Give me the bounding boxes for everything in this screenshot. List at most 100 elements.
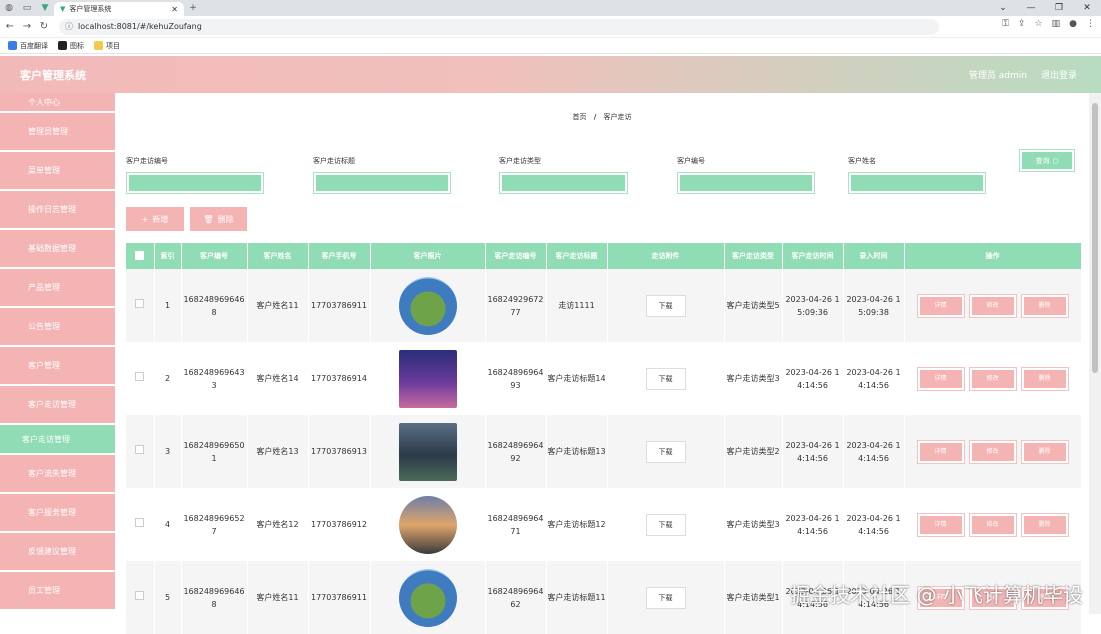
download-button[interactable]: 下载 xyxy=(646,587,686,609)
add-label: 新增 xyxy=(152,214,168,225)
sidebar-item[interactable]: 产品管理 xyxy=(0,269,115,306)
row-checkbox[interactable] xyxy=(126,561,154,634)
share-icon[interactable]: ⇪ xyxy=(1018,19,1026,29)
back-icon[interactable]: ← xyxy=(3,21,17,32)
search-button[interactable]: 查询○ xyxy=(1020,150,1074,171)
cell-photo xyxy=(370,269,485,342)
page-scrollbar[interactable] xyxy=(1089,93,1101,614)
customer-photo[interactable] xyxy=(399,423,457,481)
sidebar-item[interactable]: 基础数据管理 xyxy=(0,230,115,267)
select-all-checkbox[interactable] xyxy=(126,243,154,269)
customer-photo[interactable] xyxy=(399,496,457,554)
star-icon[interactable]: ☆ xyxy=(1035,19,1043,29)
bookmark-item[interactable]: 项目 xyxy=(94,41,120,51)
tab-title: 客户管理系统 xyxy=(69,4,111,14)
minimize-icon[interactable]: — xyxy=(1017,0,1045,16)
maximize-icon[interactable]: ❐ xyxy=(1045,0,1073,16)
sidebar-item[interactable]: 客户走访管理 xyxy=(0,386,115,423)
chevron-down-icon[interactable]: ⌄ xyxy=(989,0,1017,16)
customer-name-input[interactable] xyxy=(849,173,985,193)
cell-customer-no: 1682489696433 xyxy=(181,342,247,415)
cell-attachment: 下载 xyxy=(607,561,724,634)
row-checkbox[interactable] xyxy=(126,269,154,342)
batch-delete-button[interactable]: 🗑删除 xyxy=(190,207,247,231)
cell-index: 2 xyxy=(154,342,181,415)
sidepanel-icon[interactable]: ▥ xyxy=(1052,19,1061,29)
customer-no-input[interactable] xyxy=(678,173,814,193)
close-tab-icon[interactable]: ✕ xyxy=(171,5,178,14)
bookmark-item[interactable]: 百度翻译 xyxy=(8,41,48,51)
sidebar-item[interactable]: 客户流失管理 xyxy=(0,455,115,492)
tab-search-icon[interactable]: ◍ xyxy=(0,0,18,16)
sidebar-item[interactable]: 公告管理 xyxy=(0,308,115,345)
delete-button[interactable]: 删除 xyxy=(1022,441,1068,463)
visit-no-input[interactable] xyxy=(127,173,263,193)
customer-photo[interactable] xyxy=(399,350,457,408)
row-checkbox[interactable] xyxy=(126,342,154,415)
detail-button[interactable]: 详情 xyxy=(918,295,964,317)
cell-photo xyxy=(370,342,485,415)
info-icon: ⓘ xyxy=(65,21,73,32)
reload-icon[interactable]: ↻ xyxy=(37,21,51,32)
detail-button[interactable]: 详情 xyxy=(918,368,964,390)
download-button[interactable]: 下载 xyxy=(646,295,686,317)
watermark: 掘金技术社区 @ 小飞计算机毕设 xyxy=(790,579,1083,608)
cell-visit-title: 客户走访标题13 xyxy=(546,415,607,488)
detail-button[interactable]: 详情 xyxy=(918,514,964,536)
cell-attachment: 下载 xyxy=(607,415,724,488)
cell-index: 4 xyxy=(154,488,181,561)
download-button[interactable]: 下载 xyxy=(646,441,686,463)
breadcrumb-sep: / xyxy=(594,113,597,121)
sidebar-item[interactable]: 员工管理 xyxy=(0,572,115,609)
menu-icon[interactable]: ⋮ xyxy=(1086,19,1095,29)
row-checkbox[interactable] xyxy=(126,415,154,488)
visit-type-select[interactable] xyxy=(500,173,627,193)
scrollbar-thumb[interactable] xyxy=(1092,103,1098,373)
visit-title-input[interactable] xyxy=(314,173,450,193)
cell-visit-no: 1682489696471 xyxy=(485,488,546,561)
cell-visit-no: 1682489696462 xyxy=(485,561,546,634)
close-window-icon[interactable]: ✕ xyxy=(1073,0,1101,16)
edit-button[interactable]: 修改 xyxy=(970,514,1016,536)
column-header: 客户手机号 xyxy=(308,243,370,269)
delete-button[interactable]: 删除 xyxy=(1022,295,1068,317)
sidebar-item-active[interactable]: 客户走访管理 xyxy=(0,425,115,453)
tab-placeholder-icon[interactable]: ▭ xyxy=(18,0,36,16)
sidebar-item[interactable]: 客户服务管理 xyxy=(0,494,115,531)
sidebar-item[interactable]: 管理员管理 xyxy=(0,113,115,150)
bookmark-item[interactable]: 图标 xyxy=(58,41,84,51)
cell-phone: 17703786913 xyxy=(308,415,370,488)
cell-visit-no: 1682489696493 xyxy=(485,342,546,415)
row-checkbox[interactable] xyxy=(126,488,154,561)
breadcrumb-home[interactable]: 首页 xyxy=(572,113,586,121)
sidebar-item[interactable]: 反馈建议管理 xyxy=(0,533,115,570)
forward-icon[interactable]: → xyxy=(20,21,34,32)
delete-button[interactable]: 删除 xyxy=(1022,514,1068,536)
download-button[interactable]: 下载 xyxy=(646,368,686,390)
sidebar-item[interactable]: 操作日志管理 xyxy=(0,191,115,228)
delete-button[interactable]: 删除 xyxy=(1022,368,1068,390)
profile-icon[interactable]: ● xyxy=(1069,19,1077,29)
url-field[interactable]: ⓘ localhost:8081/#/kehuZoufang xyxy=(59,19,939,35)
edit-button[interactable]: 修改 xyxy=(970,295,1016,317)
new-tab-icon[interactable]: + xyxy=(184,0,202,16)
key-icon[interactable]: ⚿ xyxy=(1002,19,1009,29)
vue-tab-icon[interactable]: ▼ xyxy=(36,0,54,16)
filter-label: 客户编号 xyxy=(677,156,705,166)
browser-tab[interactable]: ▼ 客户管理系统 ✕ xyxy=(54,2,184,16)
add-button[interactable]: +新增 xyxy=(126,207,184,231)
logout-link[interactable]: 退出登录 xyxy=(1041,68,1077,81)
sidebar-item[interactable]: 菜单管理 xyxy=(0,152,115,189)
download-button[interactable]: 下载 xyxy=(646,514,686,536)
sidebar-item[interactable]: 个人中心 xyxy=(0,93,115,111)
edit-button[interactable]: 修改 xyxy=(970,441,1016,463)
column-header: 客户走访编号 xyxy=(485,243,546,269)
filter-label: 客户走访类型 xyxy=(499,156,541,166)
sidebar-item[interactable]: 客户管理 xyxy=(0,347,115,384)
cell-visit-type: 客户走访类型5 xyxy=(724,269,782,342)
edit-button[interactable]: 修改 xyxy=(970,368,1016,390)
detail-button[interactable]: 详情 xyxy=(918,441,964,463)
customer-photo[interactable] xyxy=(399,569,457,627)
customer-photo[interactable] xyxy=(399,277,457,335)
cell-customer-no: 1682489696468 xyxy=(181,561,247,634)
